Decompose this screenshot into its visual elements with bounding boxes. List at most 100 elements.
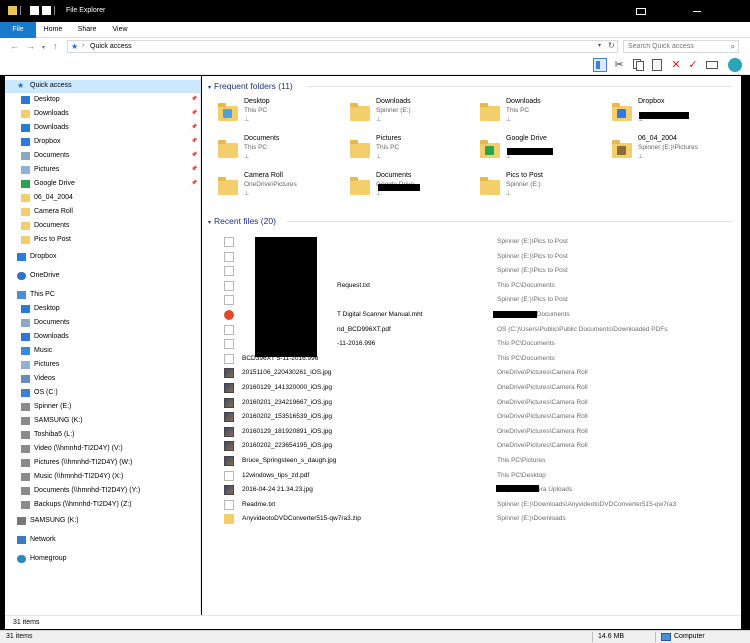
delete-icon[interactable]: ✕ — [669, 58, 683, 72]
sidebar-item-pc[interactable]: Video (\\hmnhd-TI2D4Y) (V:) — [5, 443, 201, 456]
sidebar-item-quick[interactable]: Desktop 📌 — [5, 94, 201, 107]
folder-tile[interactable]: Documents This PC ⊥ — [218, 135, 346, 171]
sidebar-item-pc[interactable]: Pictures — [5, 359, 201, 372]
sidebar-item-quick[interactable]: 06_04_2004 — [5, 192, 201, 205]
recent-file-row[interactable]: 20160129_181920891_iOS.jpg OneDrive\Pictu… — [222, 425, 722, 439]
paste-icon[interactable] — [650, 58, 664, 72]
sidebar-item-quick[interactable]: Dropbox 📌 — [5, 136, 201, 149]
nav-onedrive[interactable]: OneDrive — [5, 270, 201, 283]
rename-icon[interactable] — [705, 58, 719, 72]
folder-tile[interactable]: Desktop This PC ⊥ — [218, 98, 346, 134]
globe-icon[interactable] — [728, 58, 742, 72]
nav-dropbox[interactable]: Dropbox — [5, 251, 201, 264]
sidebar-item-quick[interactable]: Downloads 📌 — [5, 108, 201, 121]
chevron-down-icon[interactable]: ▾ — [598, 42, 601, 49]
sidebar-item-quick[interactable]: Camera Roll — [5, 206, 201, 219]
sidebar-item-pc[interactable]: Desktop — [5, 303, 201, 316]
sidebar-item-quick[interactable]: Documents 📌 — [5, 150, 201, 163]
section-title: Recent files (20) — [214, 216, 276, 226]
recent-file-row[interactable]: 2016-04-24 21.34.23.jpgDropbox\Camera Up… — [222, 483, 722, 497]
recent-file-row[interactable]: 20160202_153516539_iOS.jpg OneDrive\Pictu… — [222, 410, 722, 424]
properties-icon[interactable] — [30, 6, 39, 15]
file-name: Bruce_Springsteen_s_daugh.jpg — [242, 457, 337, 464]
nav-homegroup[interactable]: Homegroup — [5, 553, 201, 566]
pin-icon: ⊥ — [244, 117, 250, 123]
preview-pane-icon[interactable] — [593, 58, 607, 72]
redaction — [507, 148, 553, 155]
sidebar-item-pc[interactable]: SAMSUNG (K:) — [5, 415, 201, 428]
restore-icon[interactable] — [636, 8, 646, 15]
frequent-folders-header[interactable]: ▾ Frequent folders (11) — [208, 81, 293, 91]
sidebar-item-quick[interactable]: Google Drive 📌 — [5, 178, 201, 191]
recent-file-row[interactable]: AnyvideotoDVDConverter515-qw7ra3.zip Spin… — [222, 512, 722, 526]
recent-file-row[interactable]: 20151106_220430261_iOS.jpg OneDrive\Pictu… — [222, 366, 722, 380]
sidebar-item-pc[interactable]: Spinner (E:) — [5, 401, 201, 414]
recent-file-row[interactable]: Readme.txt Spinner (E:)\Downloads\Anyvide… — [222, 498, 722, 512]
pin-icon[interactable]: 📌 — [191, 152, 197, 158]
folder-tile[interactable]: Pictures This PC ⊥ — [350, 135, 478, 171]
sidebar-item-pc[interactable]: OS (C:) — [5, 387, 201, 400]
sidebar-item-pc[interactable]: Music — [5, 345, 201, 358]
tab-file[interactable]: File — [0, 22, 36, 38]
document-icon — [224, 251, 234, 262]
folder-tile[interactable]: Downloads This PC ⊥ — [480, 98, 608, 134]
search-box[interactable]: ⌕ — [623, 40, 739, 53]
minimize-icon[interactable] — [693, 11, 701, 12]
recent-file-row[interactable]: 20160201_234219667_iOS.jpg OneDrive\Pictu… — [222, 396, 722, 410]
folder-tile[interactable]: 06_04_2004 Spinner (E:)\Pictures ⊥ — [612, 135, 740, 171]
sidebar-item-pc[interactable]: Videos — [5, 373, 201, 386]
pin-icon[interactable]: 📌 — [191, 110, 197, 116]
address-location[interactable]: Quick access — [90, 43, 132, 50]
recent-locations-icon[interactable]: ▾ — [42, 43, 45, 53]
pin-icon[interactable]: 📌 — [191, 166, 197, 172]
new-folder-icon[interactable] — [42, 6, 51, 15]
file-name: 20160129_141320000_iOS.jpg — [242, 384, 333, 391]
sidebar-item-pc[interactable]: Documents (\\hmnhd-TI2D4Y) (Y:) — [5, 485, 201, 498]
sidebar-item-pc[interactable]: Backups (\\hmnhd-TI2D4Y) (Z:) — [5, 499, 201, 512]
sidebar-item-pc[interactable]: Toshiba5 (L:) — [5, 429, 201, 442]
folder-overlay-icon — [485, 146, 494, 155]
refresh-icon[interactable]: ↻ — [608, 41, 615, 50]
folder-tile[interactable]: Pics to Post Spinner (E:) ⊥ — [480, 172, 608, 208]
pin-icon[interactable]: 📌 — [191, 138, 197, 144]
check-icon[interactable]: ✓ — [686, 58, 700, 72]
pin-icon[interactable]: 📌 — [191, 96, 197, 102]
tab-view[interactable]: View — [108, 22, 132, 38]
copy-icon[interactable] — [631, 58, 645, 72]
chevron-down-icon[interactable]: ▾ — [208, 220, 211, 226]
recent-file-row[interactable]: 20160129_141320000_iOS.jpg OneDrive\Pictu… — [222, 381, 722, 395]
folder-tile[interactable]: Downloads Spinner (E:) ⊥ — [350, 98, 478, 134]
sidebar-item-quick[interactable]: Downloads 📌 — [5, 122, 201, 135]
chevron-right-icon[interactable]: › — [82, 42, 84, 49]
search-icon[interactable]: ⌕ — [731, 42, 735, 52]
folder-tile[interactable]: Camera Roll OneDrive\Pictures ⊥ — [218, 172, 346, 208]
recent-file-row[interactable]: Bruce_Springsteen_s_daugh.jpg This PC\Pic… — [222, 454, 722, 468]
sidebar-item-quick[interactable]: Pictures 📌 — [5, 164, 201, 177]
sidebar-item-quick[interactable]: Documents — [5, 220, 201, 233]
pin-icon: ⊥ — [506, 191, 512, 197]
pin-icon[interactable]: 📌 — [191, 124, 197, 130]
nav-quick-access[interactable]: ★ Quick access — [5, 80, 201, 93]
tab-home[interactable]: Home — [40, 22, 66, 38]
up-icon[interactable]: ↑ — [53, 41, 58, 51]
forward-icon[interactable]: → — [26, 41, 35, 51]
recent-file-row[interactable]: 20160202_223654195_iOS.jpg OneDrive\Pictu… — [222, 439, 722, 453]
search-input[interactable] — [624, 41, 724, 52]
tab-share[interactable]: Share — [74, 22, 100, 38]
nav-label: Homegroup — [30, 555, 67, 562]
recent-file-row[interactable]: 12windows_tips_zd.pdf This PC\Desktop — [222, 469, 722, 483]
nav-this-pc[interactable]: This PC — [5, 289, 201, 302]
cut-icon[interactable]: ✂ — [612, 58, 626, 72]
nav-network[interactable]: Network — [5, 534, 201, 547]
nav-samsung[interactable]: SAMSUNG (K:) — [5, 515, 201, 528]
sidebar-item-pc[interactable]: Downloads — [5, 331, 201, 344]
sidebar-item-pc[interactable]: Music (\\hmnhd-TI2D4Y) (X:) — [5, 471, 201, 484]
chevron-down-icon[interactable]: ▾ — [208, 85, 211, 91]
sidebar-item-pc[interactable]: Pictures (\\hmnhd-TI2D4Y) (W:) — [5, 457, 201, 470]
back-icon[interactable]: ← — [10, 41, 19, 51]
address-bar[interactable]: ★ › Quick access ▾ ↻ — [67, 40, 618, 53]
sidebar-item-quick[interactable]: Pics to Post — [5, 234, 201, 247]
sidebar-item-pc[interactable]: Documents — [5, 317, 201, 330]
pin-icon[interactable]: 📌 — [191, 180, 197, 186]
recent-files-header[interactable]: ▾ Recent files (20) — [208, 216, 276, 226]
